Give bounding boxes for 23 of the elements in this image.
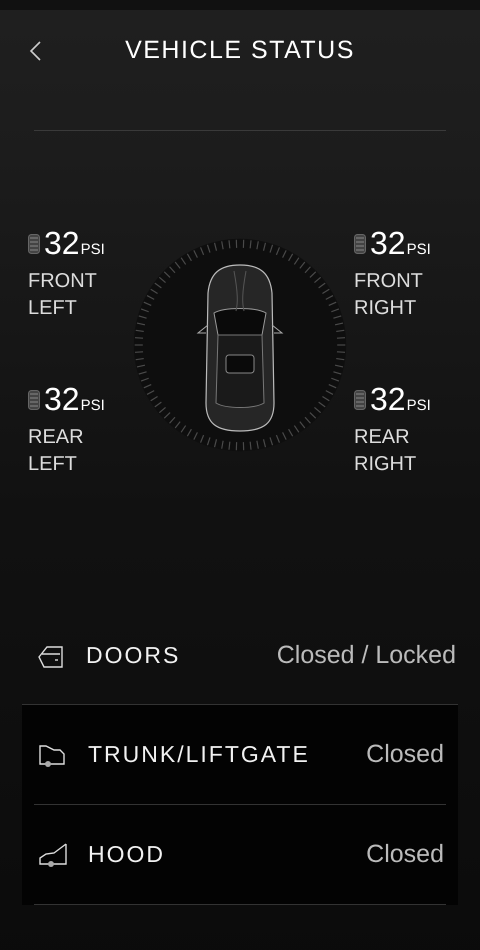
tire-position-label: FRONT RIGHT	[354, 269, 423, 321]
pressure-unit: PSI	[406, 397, 431, 414]
status-value: Closed	[366, 840, 444, 869]
status-value: Closed	[366, 740, 444, 769]
tire-position-label: REAR LEFT	[28, 425, 84, 477]
pressure-unit: PSI	[80, 397, 105, 414]
tire-position-label: FRONT LEFT	[28, 269, 97, 321]
tire-icon	[354, 390, 366, 410]
pressure-value: 32	[44, 225, 80, 262]
pressure-unit: PSI	[80, 241, 105, 258]
pressure-unit: PSI	[406, 241, 431, 258]
tire-icon	[28, 234, 40, 254]
status-label: HOOD	[88, 841, 165, 868]
page-title: VEHICLE STATUS	[125, 36, 355, 64]
tire-icon	[354, 234, 366, 254]
pressure-value: 32	[370, 225, 406, 262]
status-label: TRUNK/LIFTGATE	[88, 741, 310, 768]
tire-position-label: REAR RIGHT	[354, 425, 416, 477]
status-value: Closed / Locked	[276, 641, 456, 670]
tire-icon	[28, 390, 40, 410]
pressure-value: 32	[370, 381, 406, 418]
status-label: DOORS	[86, 642, 180, 669]
pressure-value: 32	[44, 381, 80, 418]
